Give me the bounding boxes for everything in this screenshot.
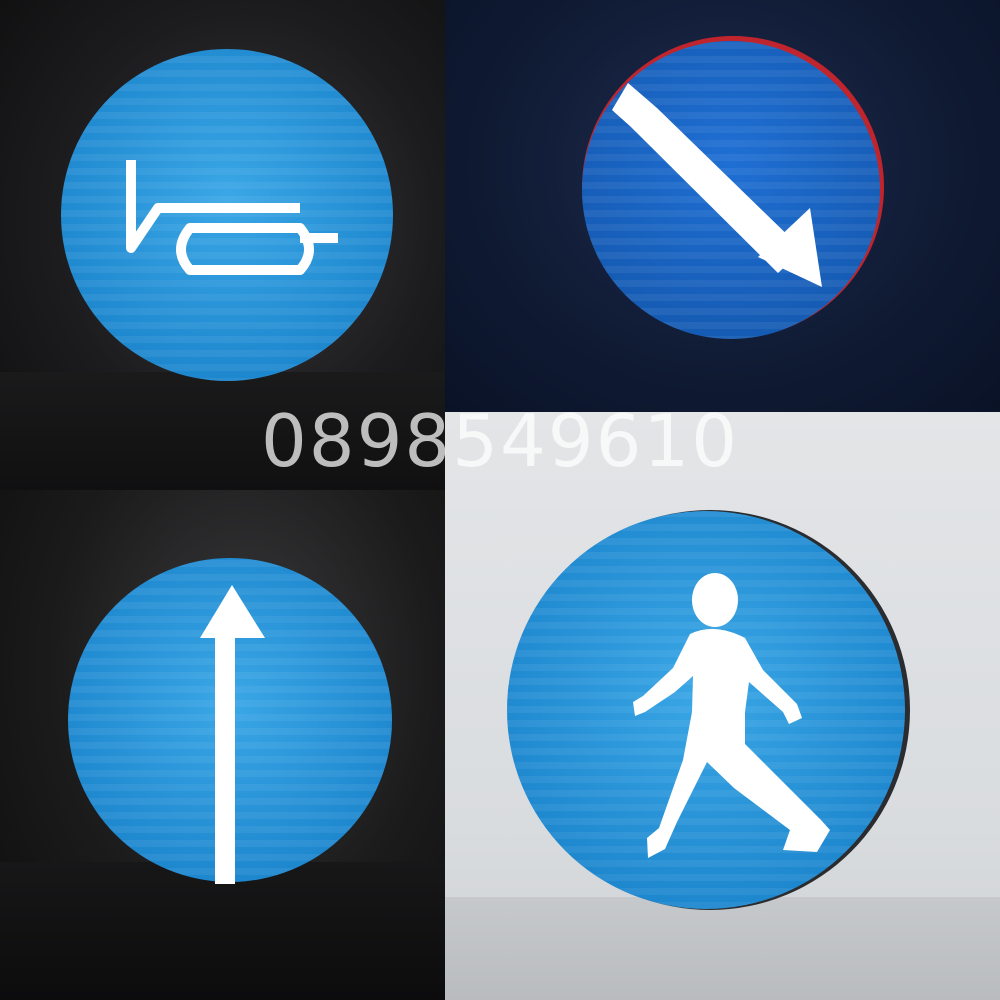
image-grid [0,0,1000,1000]
phone-watermark: 0898549610 [260,399,740,483]
panel-keep-right-sign [445,0,1000,412]
panel-pedestrian-sign [445,412,1000,1000]
panel-straight-ahead-sign [0,490,445,1000]
pedestrian-sign [507,510,910,910]
straight-ahead-sign [68,558,392,884]
keep-right-sign [582,36,884,339]
